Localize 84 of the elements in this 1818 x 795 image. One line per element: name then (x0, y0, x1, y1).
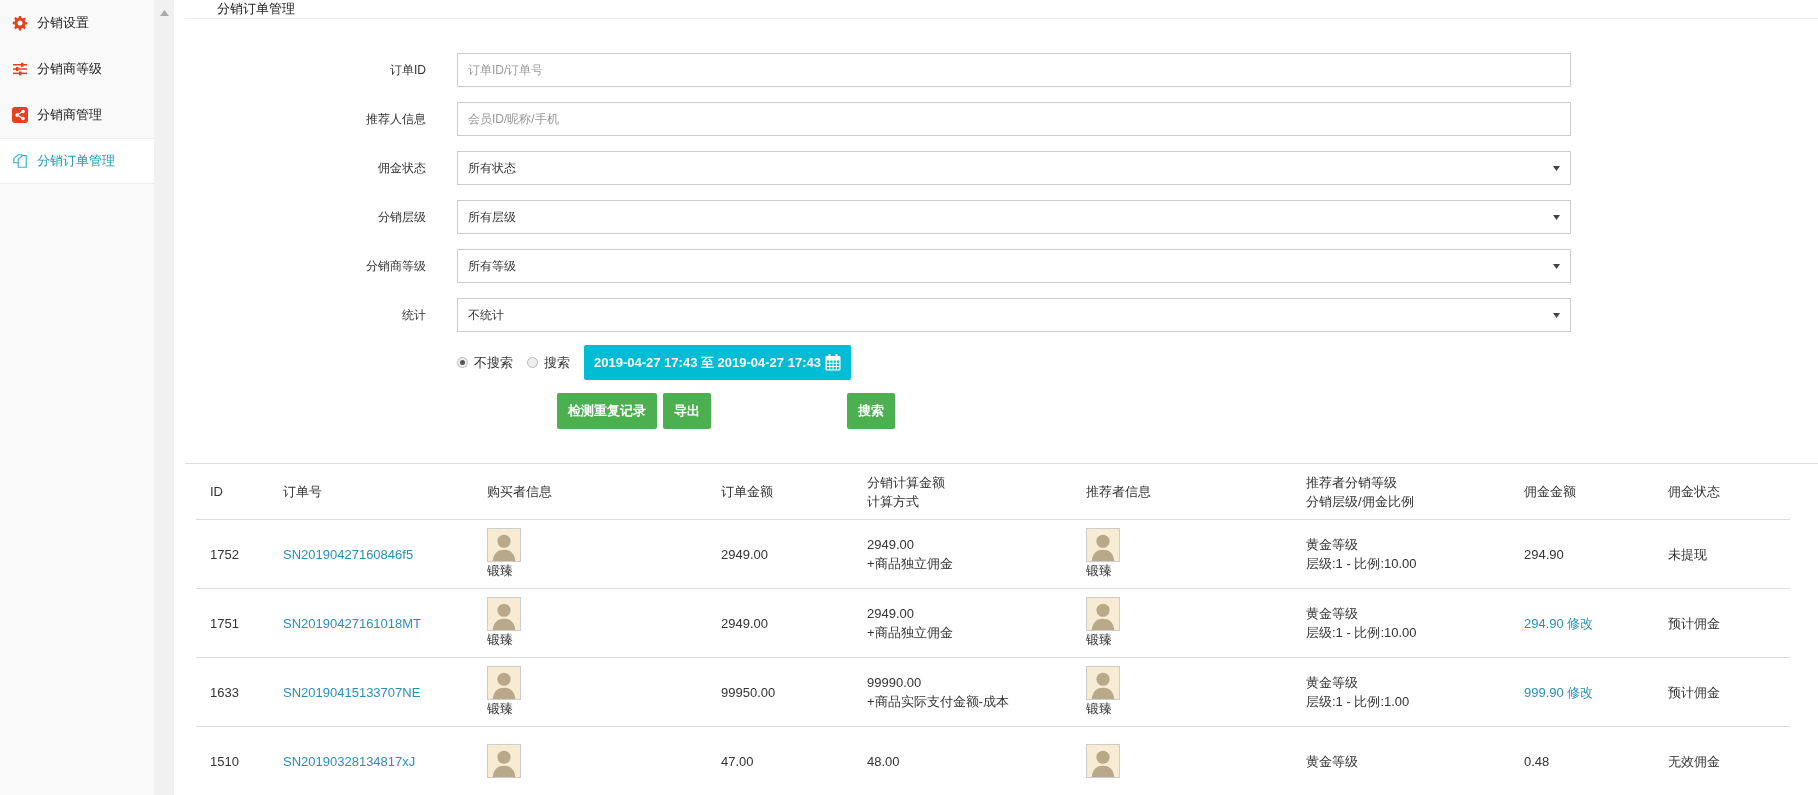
order-link[interactable]: SN20190427161018MT (283, 615, 422, 631)
column-header: 分销计算金额 计算方式 (867, 473, 946, 511)
avatar-icon (1086, 528, 1120, 562)
table-cell-text: 1752 (210, 545, 240, 564)
export-button[interactable]: 导出 (663, 393, 711, 429)
input-field[interactable]: 订单ID/订单号 (457, 53, 1571, 87)
field-label: 统计 (401, 306, 427, 324)
copy-icon (12, 153, 28, 169)
avatar-icon (1086, 744, 1120, 778)
table-cell-text: 48.00 (867, 752, 901, 771)
avatar-icon (487, 528, 521, 562)
gear-icon (12, 15, 28, 31)
share-icon (12, 107, 28, 123)
table-cell-text: 预计佣金 (1668, 683, 1721, 702)
order-link[interactable]: SN20190415133707NE (283, 684, 421, 700)
column-header: 佣金金额 (1524, 483, 1577, 501)
field-label: 推荐人信息 (365, 110, 427, 128)
table-cell-text: 2949.00 (721, 545, 769, 564)
table-cell-text: 2949.00 +商品独立佣金 (867, 605, 954, 642)
table-cell-text: 无效佣金 (1668, 752, 1721, 771)
sidebar-item[interactable]: 分销商等级 (0, 46, 154, 92)
avatar-icon (487, 666, 521, 700)
select-field[interactable]: 所有等级 (457, 249, 1571, 283)
table-cell-text: 黄金等级 层级:1 - 比例:10.00 (1306, 536, 1418, 573)
sidebar-item[interactable]: 分销设置 (0, 0, 154, 46)
commission-amount: 0.48 (1524, 753, 1550, 769)
table-cell-text: 2949.00 +商品独立佣金 (867, 536, 954, 573)
user-name: 锻臻 (1086, 700, 1112, 718)
input-field[interactable]: 会员ID/昵称/手机 (457, 102, 1571, 136)
user-name: 锻臻 (1086, 631, 1112, 649)
check-duplicates-button[interactable]: 检测重复记录 (557, 393, 657, 429)
sidebar-item[interactable]: 分销商管理 (0, 92, 154, 138)
avatar-icon (487, 597, 521, 631)
column-header: ID (210, 483, 224, 501)
table-cell-text: 47.00 (721, 752, 755, 771)
field-label: 佣金状态 (377, 159, 427, 177)
caret-icon (1553, 263, 1560, 269)
user-name: 锻臻 (487, 562, 513, 580)
commission-edit-link[interactable]: 999.90 修改 (1524, 684, 1594, 700)
table-cell-text: 黄金等级 层级:1 - 比例:10.00 (1306, 605, 1418, 642)
page-title: 分销订单管理 (217, 0, 295, 18)
select-field[interactable]: 所有状态 (457, 151, 1571, 185)
order-link[interactable]: SN20190328134817xJ (283, 753, 416, 769)
field-label: 订单ID (389, 61, 427, 79)
table-cell-text: 1633 (210, 683, 240, 702)
column-header: 佣金状态 (1668, 483, 1721, 501)
calendar-icon (824, 354, 841, 371)
table-cell-text: 黄金等级 (1306, 752, 1359, 771)
table-cell-text: 1510 (210, 752, 240, 771)
scroll-up-icon[interactable] (159, 10, 169, 16)
radio-option[interactable]: 不搜索 (457, 353, 513, 372)
table-cell-text: 2949.00 (721, 614, 769, 633)
avatar-icon (1086, 597, 1120, 631)
column-header: 推荐者信息 (1086, 483, 1152, 501)
table-cell-text: 预计佣金 (1668, 614, 1721, 633)
table-cell-text: 黄金等级 层级:1 - 比例:1.00 (1306, 674, 1411, 711)
table-cell-text: 99950.00 (721, 683, 777, 702)
table-cell-text: 1751 (210, 614, 240, 633)
avatar-icon (1086, 666, 1120, 700)
column-header: 购买者信息 (487, 483, 553, 501)
caret-icon (1553, 312, 1560, 318)
user-name: 锻臻 (1086, 562, 1112, 580)
caret-icon (1553, 165, 1560, 171)
table-cell-text: 99990.00 +商品实际支付金额-成本 (867, 674, 1010, 711)
commission-amount: 294.90 (1524, 546, 1564, 562)
select-field[interactable]: 所有层级 (457, 200, 1571, 234)
select-field[interactable]: 不统计 (457, 298, 1571, 332)
sliders-icon (12, 61, 28, 77)
radio-option[interactable]: 搜索 (527, 353, 570, 372)
sidebar-item[interactable]: 分销订单管理 (0, 138, 154, 184)
date-range-button[interactable]: 2019-04-27 17:43 至 2019-04-27 17:43 (584, 345, 851, 380)
order-link[interactable]: SN20190427160846f5 (283, 546, 414, 562)
caret-icon (1553, 214, 1560, 220)
column-header: 推荐者分销等级 分销层级/佣金比例 (1306, 473, 1415, 511)
field-label: 分销商等级 (365, 257, 427, 275)
commission-edit-link[interactable]: 294.90 修改 (1524, 615, 1594, 631)
column-header: 订单号 (283, 483, 323, 501)
search-button[interactable]: 搜索 (847, 393, 895, 429)
avatar-icon (487, 744, 521, 778)
column-header: 订单金额 (721, 483, 774, 501)
field-label: 分销层级 (377, 208, 427, 226)
user-name: 锻臻 (487, 700, 513, 718)
user-name: 锻臻 (487, 631, 513, 649)
table-cell-text: 未提现 (1668, 545, 1708, 564)
